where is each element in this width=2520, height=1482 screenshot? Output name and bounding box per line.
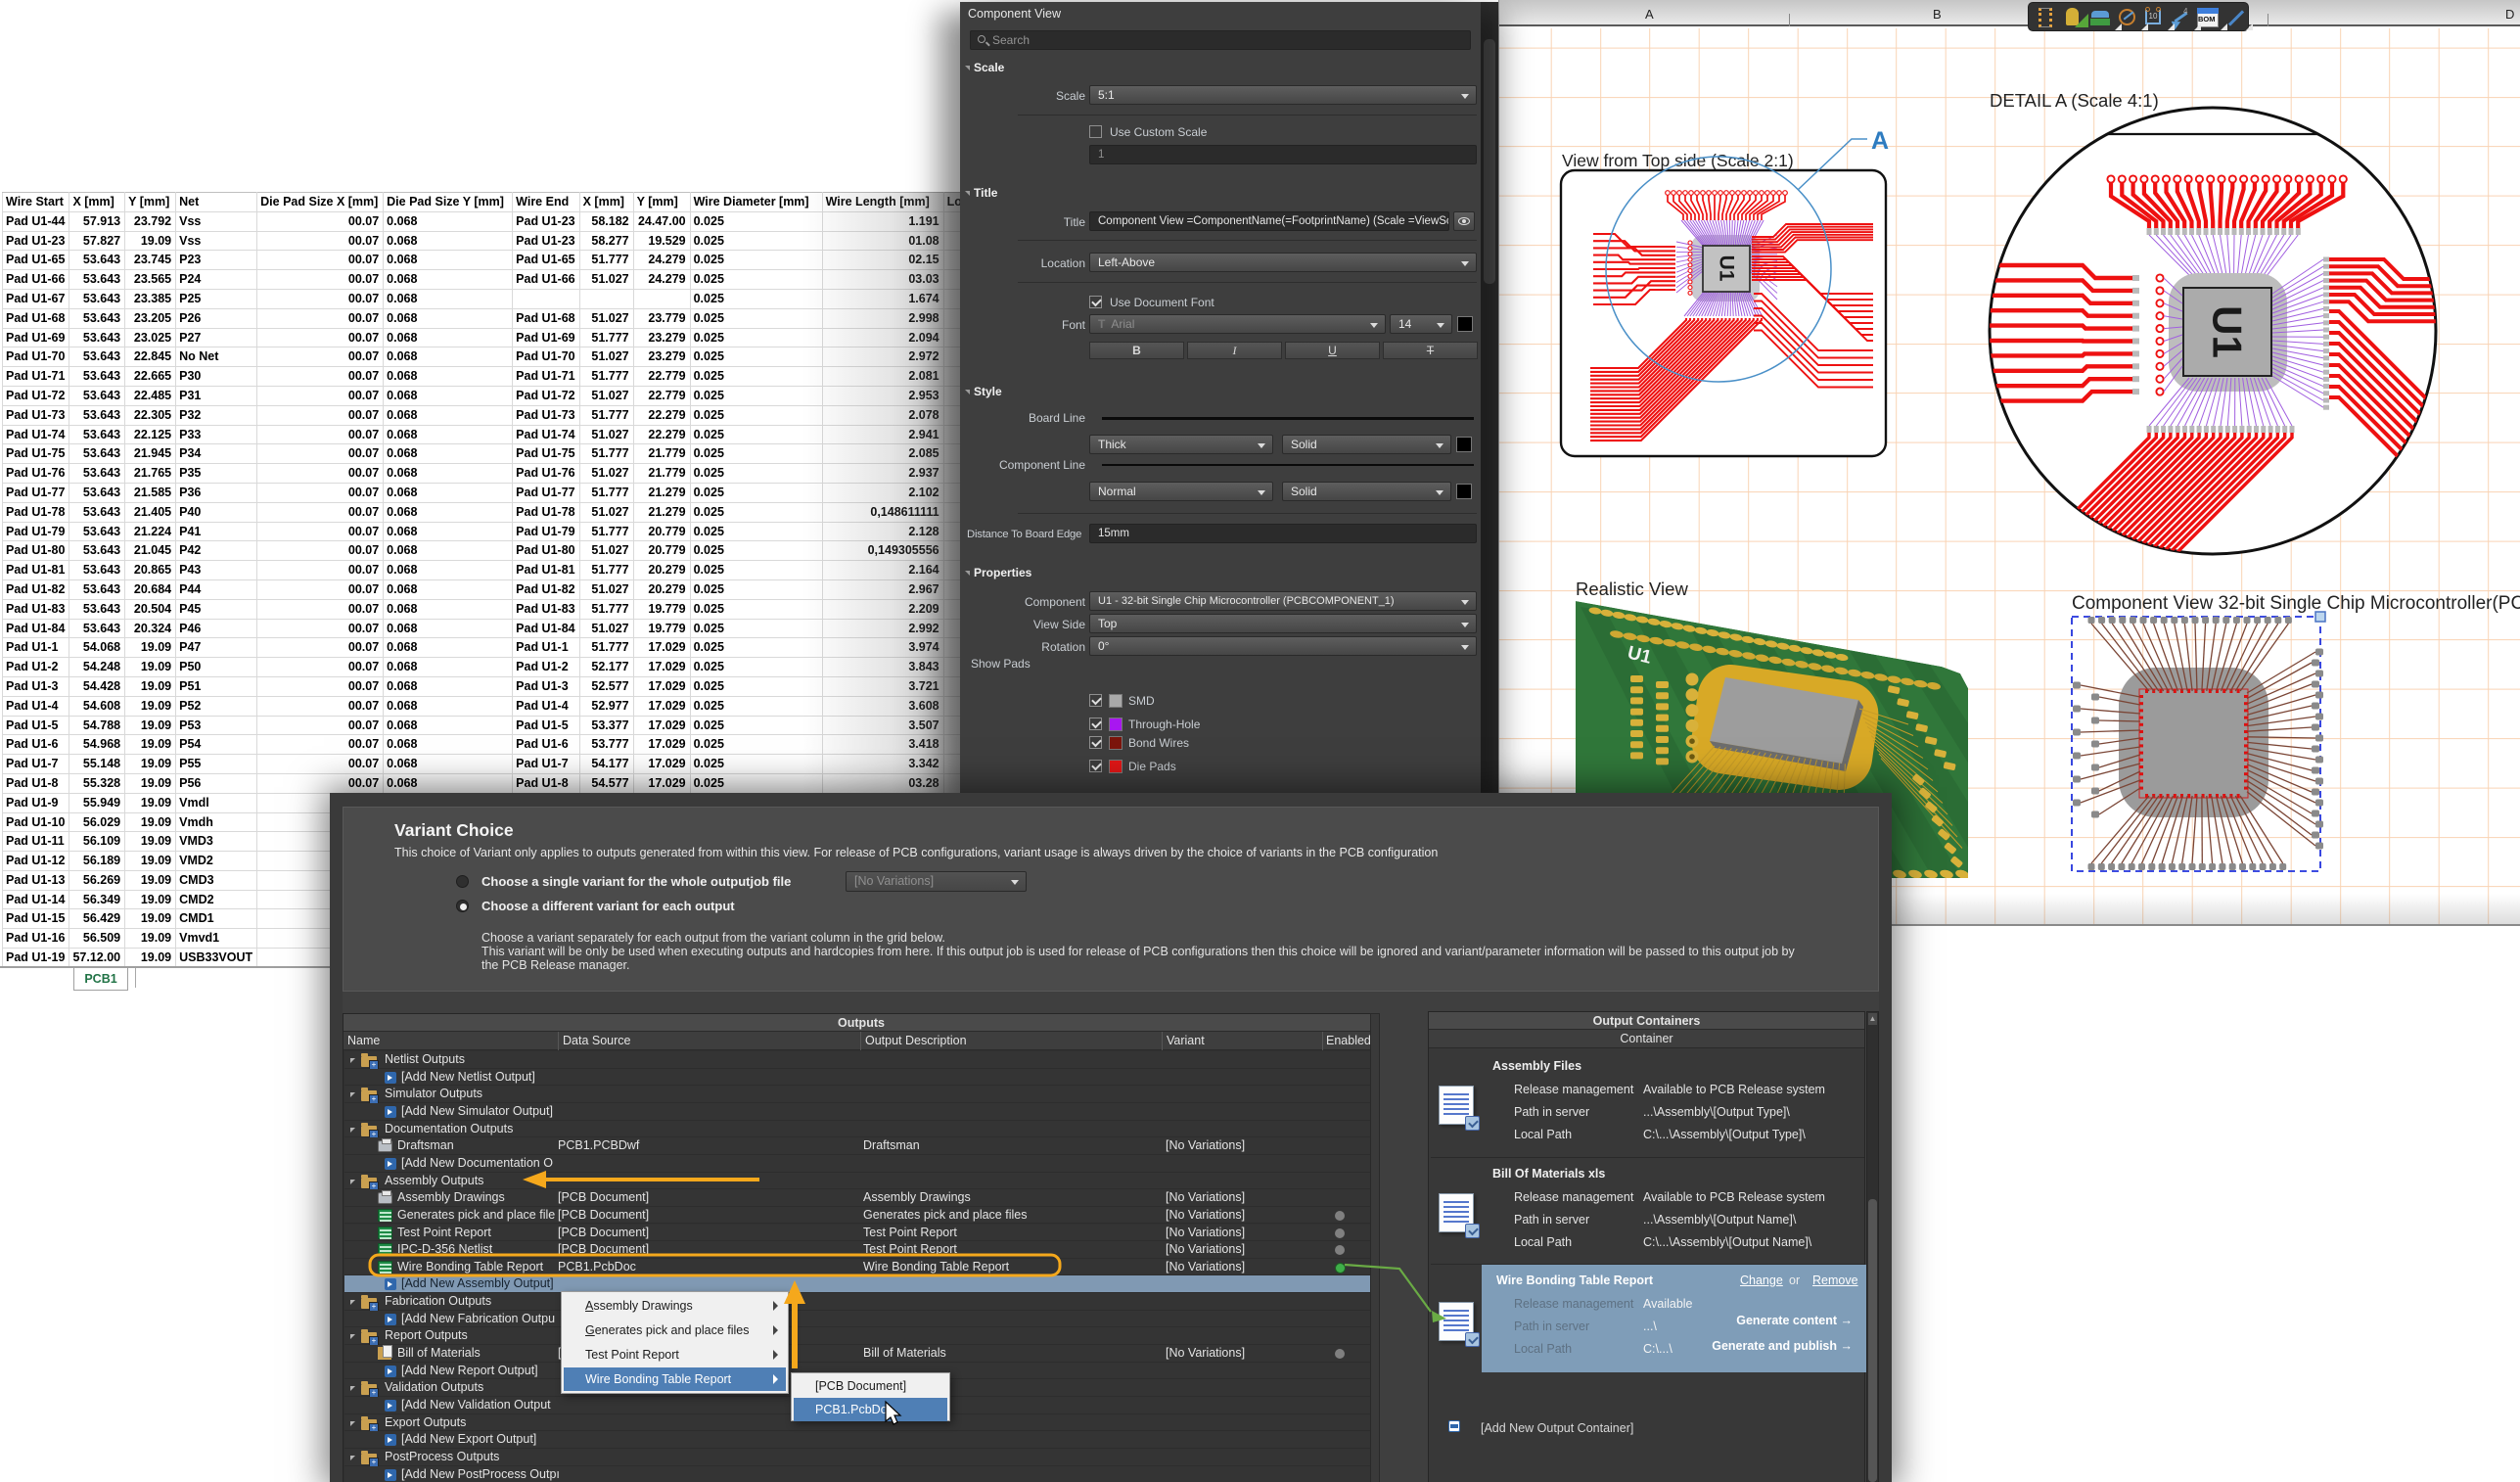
- svg-text:Realistic View: Realistic View: [1576, 579, 1688, 599]
- svg-text:A: A: [1871, 127, 1889, 155]
- svg-text:U1: U1: [2205, 305, 2251, 358]
- svg-text:View from Top side (Scale 2:1): View from Top side (Scale 2:1): [1562, 151, 1794, 170]
- svg-text:U1: U1: [1716, 255, 1738, 282]
- svg-text:DETAIL A (Scale 4:1): DETAIL A (Scale 4:1): [1990, 90, 2159, 111]
- svg-text:Component View 32-bit Single C: Component View 32-bit Single Chip Microc…: [2072, 593, 2520, 614]
